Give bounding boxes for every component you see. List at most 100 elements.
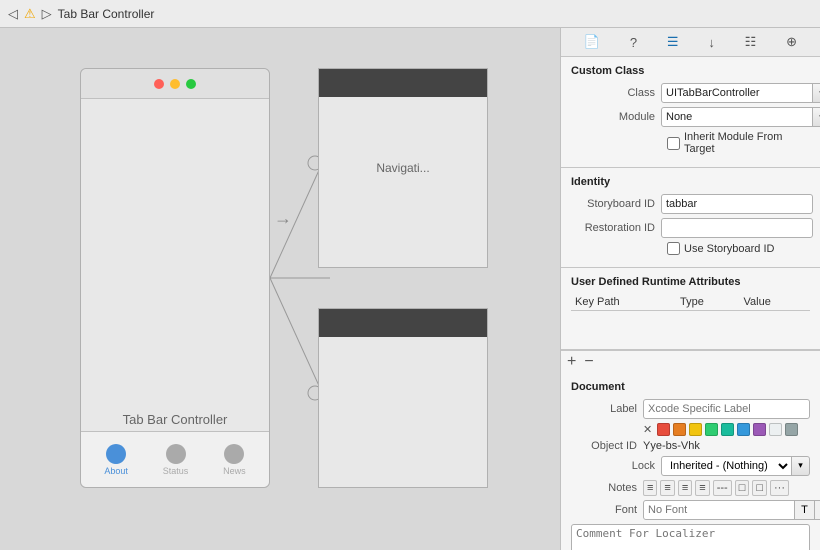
swatch-orange[interactable] xyxy=(673,423,686,436)
storyboard-id-row: Storyboard ID xyxy=(571,194,810,214)
use-storyboard-checkbox[interactable] xyxy=(667,242,680,255)
label-field-label: Label xyxy=(571,403,643,415)
swatch-yellow[interactable] xyxy=(689,423,702,436)
notes-label: Notes xyxy=(571,482,643,494)
module-label: Module xyxy=(571,111,661,123)
font-label: Font xyxy=(571,504,643,516)
title-bar-title: Tab Bar Controller xyxy=(58,7,812,21)
class-row: Class ▾ xyxy=(571,83,810,103)
panel-icon-size[interactable]: ☷ xyxy=(741,32,761,52)
lock-row: Lock Inherited - (Nothing) ▾ xyxy=(571,456,810,476)
font-stepper[interactable]: ▲ ▼ xyxy=(815,500,820,520)
panel-icon-identity[interactable]: ☰ xyxy=(663,32,683,52)
color-row: ✕ xyxy=(571,423,810,436)
user-defined-section: User Defined Runtime Attributes Key Path… xyxy=(561,268,820,350)
notes-align-justify[interactable]: ≡ xyxy=(695,480,709,496)
font-input[interactable] xyxy=(643,500,795,520)
add-attr-btn[interactable]: + xyxy=(567,354,576,370)
module-input-wrap: ▾ xyxy=(661,107,820,127)
swatch-purple[interactable] xyxy=(753,423,766,436)
tab-item-about[interactable]: About xyxy=(104,444,128,476)
nav-block-2 xyxy=(318,308,488,488)
notes-divider: --- xyxy=(713,480,732,496)
module-select-btn[interactable]: ▾ xyxy=(813,107,820,127)
custom-class-section: Custom Class Class ▾ Module ▾ Inherit Mo… xyxy=(561,57,820,168)
notes-link[interactable]: □ xyxy=(752,480,767,496)
notes-align-right[interactable]: ≡ xyxy=(678,480,692,496)
notes-align-center[interactable]: ≡ xyxy=(660,480,674,496)
tab-bar-label: Tab Bar Controller xyxy=(81,412,269,427)
col-type: Type xyxy=(676,294,740,311)
col-value: Value xyxy=(740,294,810,311)
storyboard-id-label: Storyboard ID xyxy=(571,198,661,210)
warning-icon: ⚠ xyxy=(24,6,36,22)
lock-select-btn[interactable]: ▾ xyxy=(792,456,810,476)
tab-icon-status xyxy=(166,444,186,464)
class-select-btn[interactable]: ▾ xyxy=(813,83,820,103)
lock-select-wrap: Inherited - (Nothing) ▾ xyxy=(661,456,810,476)
comment-field[interactable] xyxy=(571,524,810,550)
forward-icon[interactable]: ▷ xyxy=(42,6,52,22)
panel-toolbar: 📄 ? ☰ ↓ ☷ ⊕ xyxy=(561,28,820,57)
col-keypath: Key Path xyxy=(571,294,676,311)
swatch-red[interactable] xyxy=(657,423,670,436)
object-id-value: Yye-bs-Vhk xyxy=(643,440,700,452)
font-input-wrap: T ▲ ▼ xyxy=(643,500,820,520)
user-defined-title: User Defined Runtime Attributes xyxy=(571,276,810,288)
class-input[interactable] xyxy=(661,83,813,103)
back-icon[interactable]: ◁ xyxy=(8,6,18,22)
tab-item-news[interactable]: News xyxy=(223,444,246,476)
identity-section: Identity Storyboard ID Restoration ID Us… xyxy=(561,168,820,268)
right-panel: 📄 ? ☰ ↓ ☷ ⊕ Custom Class Class ▾ Module xyxy=(560,28,820,550)
storyboard-id-input[interactable] xyxy=(661,194,813,214)
nav-dark-bar-2 xyxy=(319,309,487,337)
maximize-dot xyxy=(186,79,196,89)
restoration-id-input[interactable] xyxy=(661,218,813,238)
canvas-area[interactable]: Tab Bar Controller About Status News xyxy=(0,28,560,550)
label-field-input[interactable] xyxy=(643,399,810,419)
notes-more[interactable]: ··· xyxy=(770,480,789,496)
panel-icon-help[interactable]: ? xyxy=(626,33,641,52)
inherit-module-label: Inherit Module From Target xyxy=(684,131,810,155)
panel-icon-attr[interactable]: ↓ xyxy=(704,33,719,52)
module-input[interactable] xyxy=(661,107,813,127)
nav-dark-bar xyxy=(319,69,487,97)
swatch-green[interactable] xyxy=(705,423,718,436)
use-storyboard-label: Use Storyboard ID xyxy=(684,243,774,255)
object-id-row: Object ID Yye-bs-Vhk xyxy=(571,440,810,452)
swatch-white[interactable] xyxy=(769,423,782,436)
custom-class-title: Custom Class xyxy=(571,65,810,77)
font-row: Font T ▲ ▼ xyxy=(571,500,810,520)
lock-select[interactable]: Inherited - (Nothing) xyxy=(661,456,792,476)
document-title: Document xyxy=(571,381,810,393)
module-row: Module ▾ xyxy=(571,107,810,127)
panel-icon-file[interactable]: 📄 xyxy=(580,32,604,52)
table-footer: + − xyxy=(561,350,820,373)
font-T-btn[interactable]: T xyxy=(795,500,815,520)
notes-image[interactable]: □ xyxy=(735,480,750,496)
swatch-blue[interactable] xyxy=(737,423,750,436)
tab-item-status[interactable]: Status xyxy=(163,444,189,476)
tab-label-status: Status xyxy=(163,466,189,476)
tab-bar-bottom: About Status News xyxy=(81,431,269,487)
swatch-teal[interactable] xyxy=(721,423,734,436)
color-clear-btn[interactable]: ✕ xyxy=(643,423,652,436)
nav-label: Navigati... xyxy=(376,161,429,175)
close-dot xyxy=(154,79,164,89)
title-bar: ◁ ⚠ ▷ Tab Bar Controller xyxy=(0,0,820,28)
arrow-right: → xyxy=(274,208,292,229)
main-layout: Tab Bar Controller About Status News xyxy=(0,28,820,550)
swatch-gray[interactable] xyxy=(785,423,798,436)
object-id-label: Object ID xyxy=(571,440,643,452)
notes-icons: ≡ ≡ ≡ ≡ --- □ □ ··· xyxy=(643,480,810,496)
identity-title: Identity xyxy=(571,176,810,188)
iphone-body xyxy=(81,99,269,379)
notes-align-left[interactable]: ≡ xyxy=(643,480,657,496)
attr-table: Key Path Type Value xyxy=(571,294,810,341)
label-row: Label xyxy=(571,399,810,419)
panel-icon-connections[interactable]: ⊕ xyxy=(782,32,801,52)
notes-row: Notes ≡ ≡ ≡ ≡ --- □ □ ··· xyxy=(571,480,810,496)
remove-attr-btn[interactable]: − xyxy=(584,354,593,370)
inherit-module-checkbox[interactable] xyxy=(667,137,680,150)
iphone-titlebar xyxy=(81,69,269,99)
